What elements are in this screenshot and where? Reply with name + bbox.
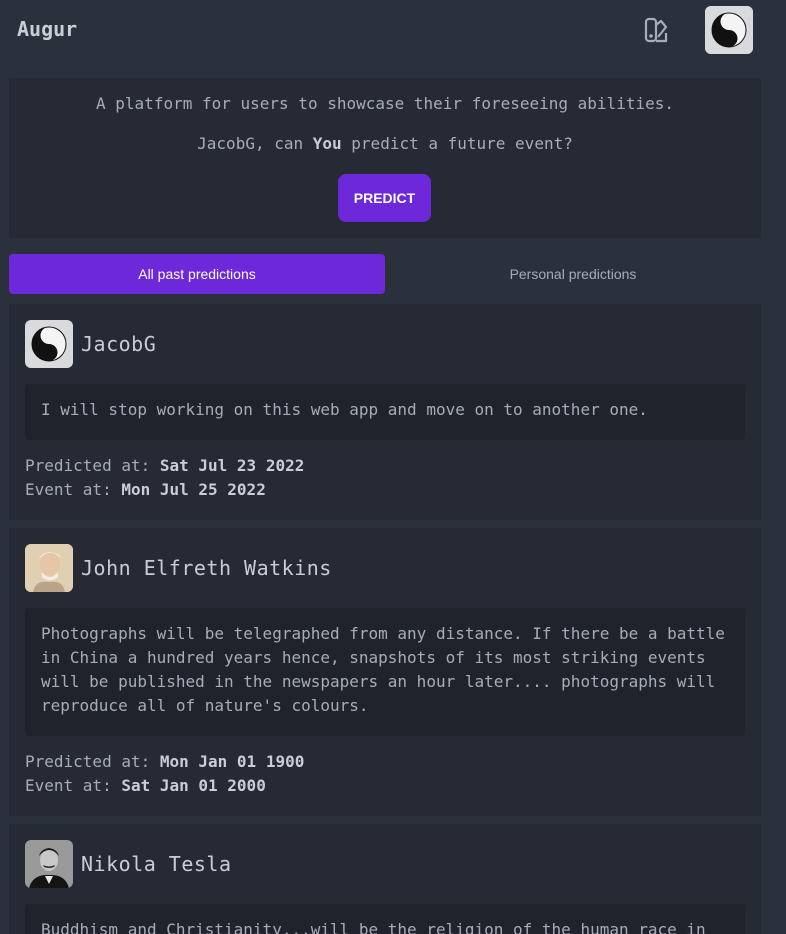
author-avatar[interactable] — [25, 320, 73, 368]
author-name[interactable]: Nikola Tesla — [81, 852, 232, 876]
author-name[interactable]: JacobG — [81, 332, 156, 356]
author-avatar[interactable] — [25, 840, 73, 888]
predicted-at-label: Predicted at: — [25, 752, 160, 771]
card-header: John Elfreth Watkins — [25, 544, 332, 592]
theme-toggle-button[interactable] — [638, 12, 674, 48]
question-suffix: predict a future event? — [341, 134, 573, 153]
predicted-at-value: Sat Jul 23 2022 — [159, 456, 305, 475]
card-header: JacobG — [25, 320, 156, 368]
event-at-value: Mon Jul 25 2022 — [121, 480, 266, 499]
predicted-at-value: Mon Jan 01 1900 — [159, 752, 305, 771]
predicted-at-row: Predicted at: Sat Jul 23 2022 — [25, 454, 304, 478]
prediction-text: I will stop working on this web app and … — [25, 384, 745, 440]
prediction-dates: Predicted at: Mon Jan 01 1900 Event at: … — [25, 750, 304, 798]
prediction-tabs: All past predictions Personal prediction… — [9, 254, 761, 294]
theme-swatch-icon — [644, 17, 668, 43]
event-at-label: Event at: — [25, 776, 122, 795]
event-at-label: Event at: — [25, 480, 122, 499]
hero-panel: A platform for users to showcase their f… — [9, 78, 761, 238]
predict-button[interactable]: PREDICT — [338, 174, 431, 222]
prediction-card: John Elfreth Watkins Photographs will be… — [9, 528, 761, 816]
question-bold: You — [312, 134, 342, 153]
prediction-card: Nikola Tesla Buddhism and Christianity..… — [9, 824, 761, 934]
hero-question: JacobG, can You predict a future event? — [9, 134, 761, 153]
prediction-text: Buddhism and Christianity...will be the … — [25, 904, 745, 934]
yin-yang-icon — [705, 6, 753, 54]
prediction-text: Photographs will be telegraphed from any… — [25, 608, 745, 736]
question-prefix: JacobG, can — [197, 134, 313, 153]
brand-logo[interactable]: Augur — [17, 17, 77, 41]
predicted-at-label: Predicted at: — [25, 456, 160, 475]
tab-personal-predictions[interactable]: Personal predictions — [385, 254, 761, 294]
predicted-at-row: Predicted at: Mon Jan 01 1900 — [25, 750, 304, 774]
user-avatar-button[interactable] — [705, 6, 753, 54]
portrait-avatar-icon — [25, 544, 73, 592]
yin-yang-avatar-icon — [25, 320, 73, 368]
author-name[interactable]: John Elfreth Watkins — [81, 556, 332, 580]
prediction-dates: Predicted at: Sat Jul 23 2022 Event at: … — [25, 454, 304, 502]
author-avatar[interactable] — [25, 544, 73, 592]
navbar: Augur — [0, 0, 786, 60]
event-at-row: Event at: Sat Jan 01 2000 — [25, 774, 304, 798]
tab-all-past-predictions[interactable]: All past predictions — [9, 254, 385, 294]
event-at-value: Sat Jan 01 2000 — [121, 776, 266, 795]
portrait-avatar-icon — [25, 840, 73, 888]
card-header: Nikola Tesla — [25, 840, 232, 888]
prediction-card: JacobG I will stop working on this web a… — [9, 304, 761, 520]
event-at-row: Event at: Mon Jul 25 2022 — [25, 478, 304, 502]
hero-tagline: A platform for users to showcase their f… — [96, 94, 674, 113]
